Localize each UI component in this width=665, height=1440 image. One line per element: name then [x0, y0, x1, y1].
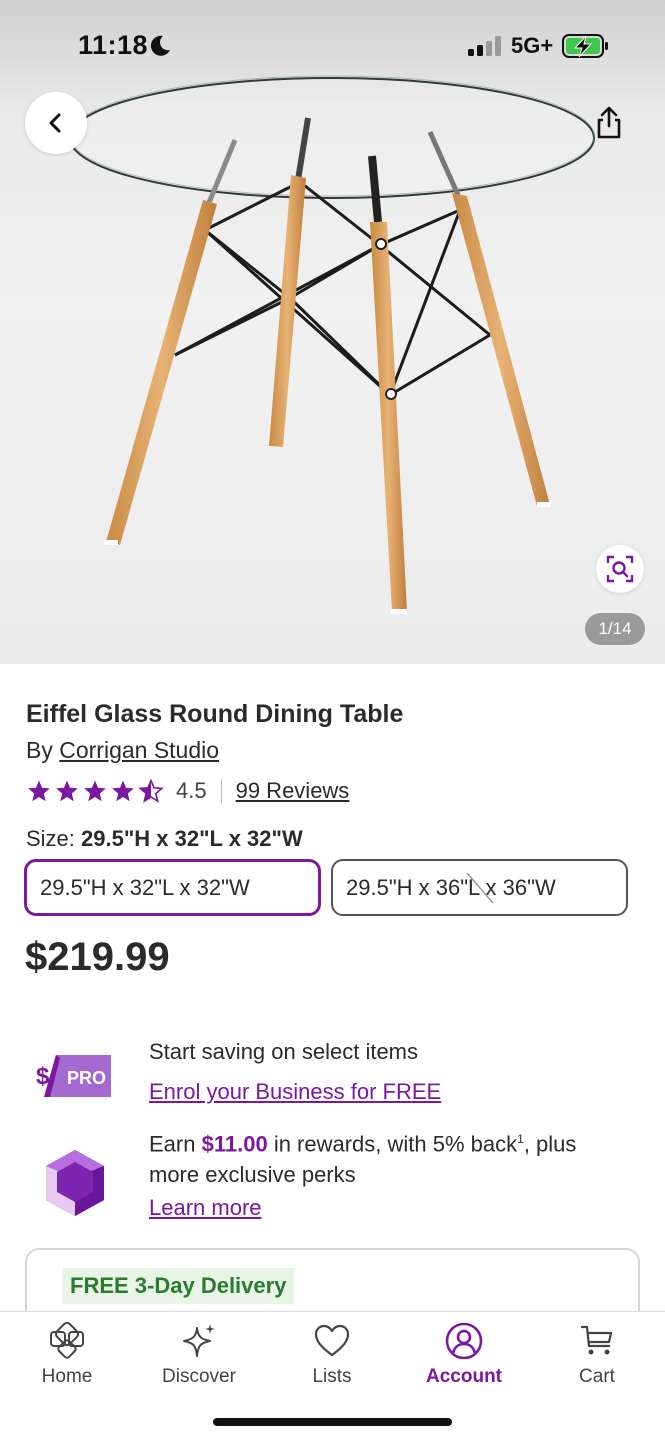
nav-lists-label: Lists	[312, 1366, 352, 1387]
nav-home-label: Home	[41, 1366, 93, 1387]
back-button[interactable]	[25, 92, 87, 154]
product-title: Eiffel Glass Round Dining Table	[26, 700, 404, 728]
battery-charging-icon	[562, 34, 608, 58]
home-icon	[50, 1322, 84, 1359]
pro-logo: PRO $	[36, 1055, 111, 1097]
nav-account[interactable]: Account	[409, 1322, 519, 1388]
byline-prefix: By	[26, 737, 53, 763]
cart-icon	[580, 1325, 613, 1355]
visual-search-button[interactable]	[596, 545, 644, 593]
nav-account-label: Account	[426, 1366, 502, 1387]
size-prefix: Size:	[26, 826, 75, 851]
rating-value: 4.5	[176, 778, 207, 803]
nav-lists[interactable]: Lists	[277, 1322, 387, 1388]
enrol-business-link[interactable]: Enrol your Business for FREE	[149, 1079, 441, 1105]
byline: By Corrigan Studio	[26, 737, 219, 764]
sparkle-icon	[183, 1324, 215, 1357]
star-full-icon	[28, 780, 50, 802]
rewards-text: Earn $11.00 in rewards, with 5% back1, p…	[149, 1124, 576, 1190]
brand-link[interactable]: Corrigan Studio	[59, 737, 219, 763]
rewards-text-line2: more exclusive perks	[149, 1162, 356, 1188]
home-indicator	[213, 1418, 452, 1426]
reviews-link[interactable]: 99 Reviews	[236, 778, 350, 804]
nav-discover-label: Discover	[162, 1366, 236, 1387]
size-option-label: 29.5"H x 32"L x 32"W	[40, 874, 250, 900]
visual-search-icon	[606, 555, 634, 583]
star-half-icon	[138, 779, 164, 803]
network-type: 5G+	[511, 33, 554, 58]
size-option-label: 29.5"H x 36"L x 36"W	[346, 874, 556, 900]
size-option-32[interactable]: 29.5"H x 32"L x 32"W	[24, 859, 321, 916]
star-full-icon	[112, 780, 134, 802]
signal-icon	[468, 36, 501, 56]
learn-more-link[interactable]: Learn more	[149, 1195, 262, 1221]
rewards-text-prefix: Earn	[149, 1131, 196, 1157]
rewards-amount: $11.00	[201, 1131, 268, 1157]
share-icon	[597, 106, 621, 139]
size-selected-value: 29.5"H x 32"L x 32"W	[81, 826, 303, 851]
divider	[220, 779, 222, 803]
pro-logo-text: PRO	[67, 1068, 106, 1088]
nav-cart[interactable]: Cart	[542, 1322, 652, 1388]
nav-cart-label: Cart	[579, 1366, 615, 1387]
rewards-footnote: 1	[517, 1132, 524, 1146]
share-button[interactable]	[578, 92, 640, 154]
heart-icon	[314, 1324, 350, 1357]
product-image-gallery[interactable]: 11:18 5G+ 1/14	[0, 0, 665, 664]
rating-stars	[26, 779, 164, 803]
product-image	[69, 75, 595, 614]
status-bar: 11:18 5G+	[0, 0, 665, 92]
rewards-text-suffix: , plus	[523, 1131, 577, 1157]
image-counter: 1/14	[585, 613, 645, 645]
rewards-text-mid: in rewards, with 5% back	[273, 1131, 518, 1157]
size-label: Size: 29.5"H x 32"L x 32"W	[26, 826, 303, 852]
account-icon	[445, 1322, 483, 1360]
nav-discover[interactable]: Discover	[144, 1322, 254, 1388]
pro-logo-symbol: $	[36, 1063, 50, 1090]
chevron-left-icon	[49, 113, 61, 133]
size-option-36[interactable]: 29.5"H x 36"L x 36"W	[331, 859, 628, 916]
free-delivery-badge: FREE 3-Day Delivery	[62, 1268, 295, 1304]
nav-home[interactable]: Home	[12, 1322, 122, 1388]
star-full-icon	[56, 780, 78, 802]
price: $219.99	[25, 935, 170, 979]
pro-promo-text: Start saving on select items	[149, 1039, 419, 1064]
star-full-icon	[84, 780, 106, 802]
status-time: 11:18	[78, 30, 149, 60]
rewards-gem-icon	[46, 1150, 104, 1216]
rating-row: 4.5 99 Reviews	[26, 776, 349, 806]
moon-icon	[150, 35, 170, 56]
unavailable-strike-icon	[466, 872, 494, 904]
